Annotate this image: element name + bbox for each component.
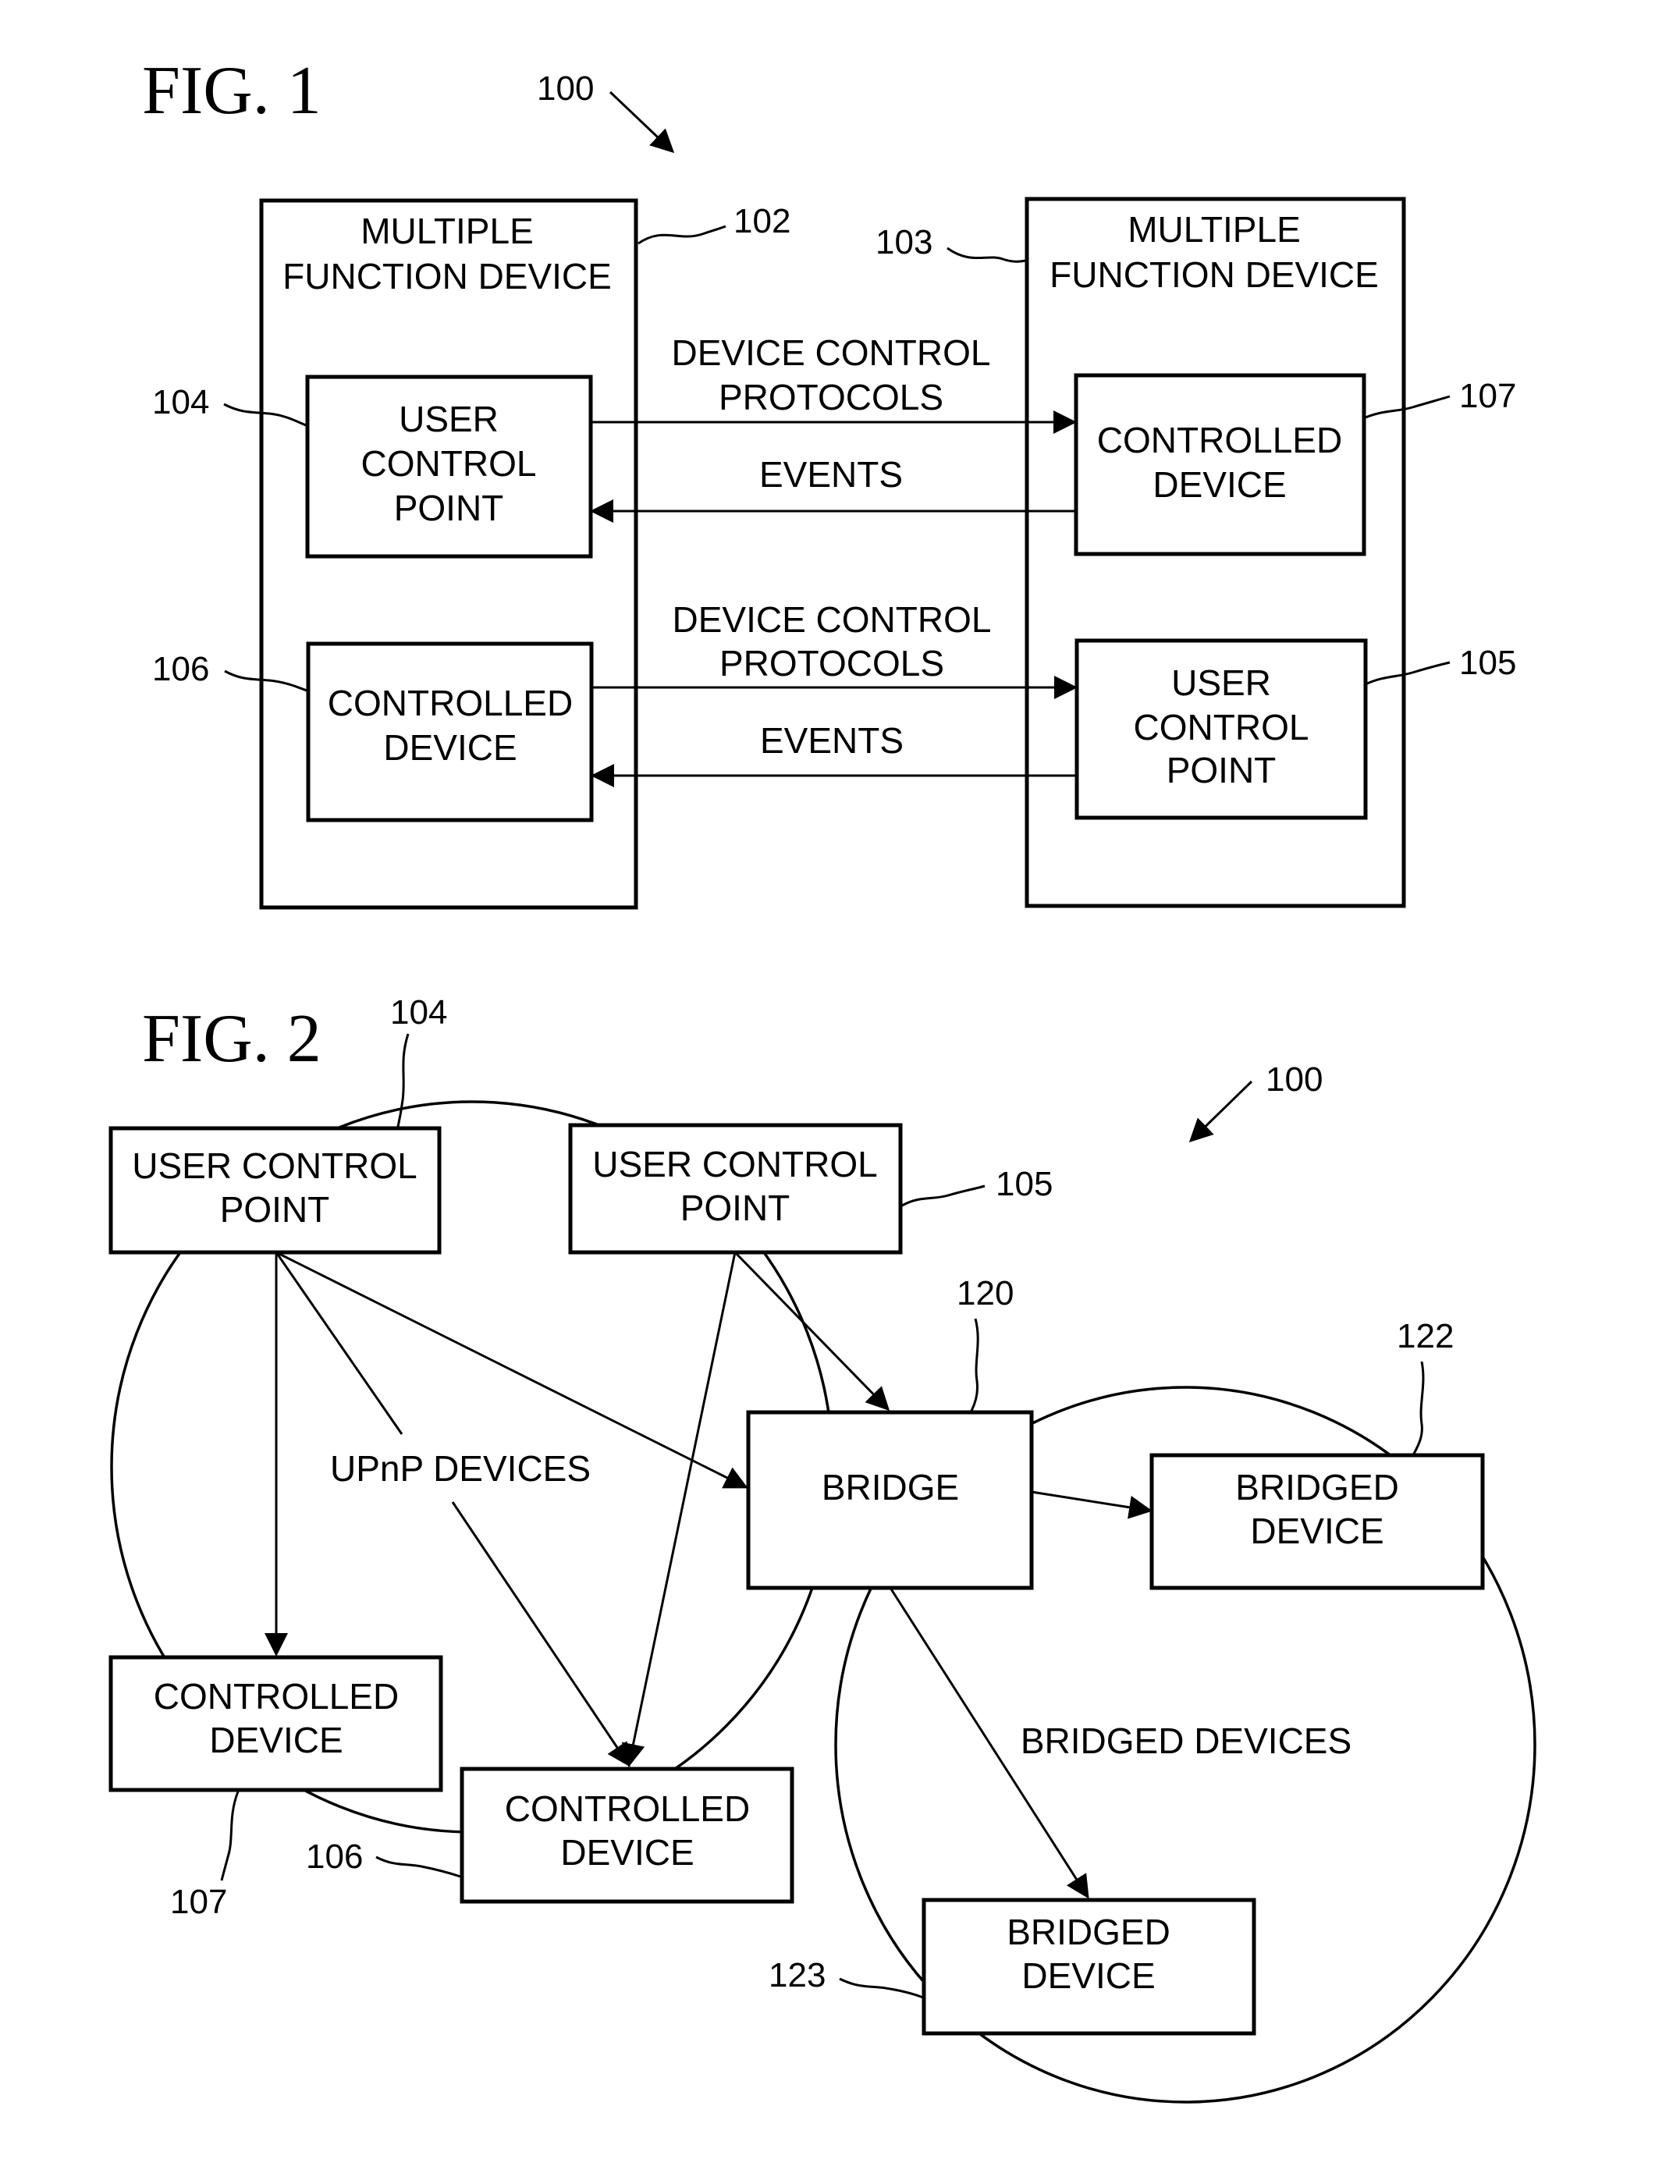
- fig2-leader-120: [970, 1318, 979, 1412]
- fig2-system-pointer-arrow: [1188, 1080, 1253, 1143]
- fig2-ucp105-line1: USER CONTROL: [592, 1144, 877, 1184]
- fig1-ref-107: 107: [1459, 377, 1516, 415]
- fig1-ucp104-line3: POINT: [394, 488, 504, 528]
- fig2-ref-100: 100: [1266, 1060, 1323, 1099]
- fig1-ref-105: 105: [1459, 644, 1516, 682]
- fig1-cd107-line1: CONTROLLED: [1097, 420, 1342, 460]
- fig1-bottom-events-label: EVENTS: [760, 720, 904, 761]
- fig1-ucp104-line2: CONTROL: [361, 443, 537, 484]
- fig2-ucp105-line2: POINT: [680, 1188, 790, 1228]
- fig2-leader-122: [1412, 1361, 1425, 1454]
- fig2-bridged122-line2: DEVICE: [1250, 1511, 1383, 1551]
- fig2-bridged123-line1: BRIDGED: [1007, 1912, 1170, 1952]
- fig1-mfd103-label-line1: MULTIPLE: [1128, 209, 1301, 250]
- fig2-ref-123: 123: [769, 1956, 826, 1994]
- fig1-bottom-protocol-label-line1: DEVICE CONTROL: [673, 599, 992, 640]
- fig1-title: FIG. 1: [142, 53, 321, 129]
- fig2-line-ucp104-to-upnp-label: [275, 1252, 403, 1435]
- fig2-ref-105: 105: [996, 1165, 1053, 1203]
- fig2-ref-107: 107: [170, 1883, 227, 1921]
- fig2-leader-123: [839, 1977, 924, 1999]
- fig2-upnp-devices-label: UPnP DEVICES: [330, 1448, 591, 1489]
- fig1-mfd102-label-line2: FUNCTION DEVICE: [282, 256, 612, 297]
- fig2-arrow-ucp105-to-cd106: [621, 1252, 737, 1767]
- fig1-bottom-protocol-label-line2: PROTOCOLS: [719, 643, 944, 684]
- fig2-ucp104-line2: POINT: [220, 1189, 330, 1230]
- fig1-ref-104: 104: [152, 383, 209, 421]
- fig1-system-pointer-arrow: [609, 91, 675, 154]
- fig2-title: FIG. 2: [142, 1001, 321, 1077]
- fig2-leader-106: [375, 1856, 461, 1878]
- fig1-ref-100: 100: [537, 69, 594, 108]
- fig2-ref-106: 106: [306, 1838, 363, 1876]
- fig1-mfd103-label-line2: FUNCTION DEVICE: [1050, 254, 1379, 295]
- fig2-bridged122-line1: BRIDGED: [1235, 1467, 1399, 1507]
- fig1-cd106-line1: CONTROLLED: [328, 683, 573, 723]
- fig2-cd106-line1: CONTROLLED: [505, 1788, 750, 1829]
- fig2-leader-104: [396, 1033, 410, 1128]
- fig2-ucp104-line1: USER CONTROL: [132, 1145, 417, 1186]
- fig1-ucp105-line2: CONTROL: [1134, 707, 1309, 748]
- fig2-bridged-devices-label: BRIDGED DEVICES: [1021, 1721, 1351, 1761]
- fig1-cd107-line2: DEVICE: [1153, 464, 1286, 505]
- fig2-leader-107: [220, 1791, 240, 1881]
- fig2-ref-120: 120: [957, 1274, 1014, 1312]
- fig1-ref-106: 106: [152, 650, 209, 688]
- fig1-ref-103: 103: [876, 223, 932, 261]
- fig1-cd106-line2: DEVICE: [383, 727, 517, 768]
- fig1-ucp105-line1: USER: [1171, 662, 1271, 703]
- fig2-bridged123-line2: DEVICE: [1021, 1955, 1155, 1996]
- fig2-arrow-ucp105-to-bridge: [733, 1251, 890, 1412]
- figure-1: FIG. 1 100 MULTIPLE FUNCTION DEVICE 102 …: [142, 53, 1516, 910]
- fig1-top-events-label: EVENTS: [759, 454, 903, 495]
- fig1-leader-103: [947, 247, 1026, 263]
- fig1-mfd102-label-line1: MULTIPLE: [361, 211, 534, 251]
- fig1-ref-102: 102: [733, 202, 790, 240]
- fig1-ucp104-line1: USER: [399, 399, 499, 439]
- patent-drawing-sheet: FIG. 1 100 MULTIPLE FUNCTION DEVICE 102 …: [108, 53, 1536, 2104]
- figure-2: FIG. 2 100 USER CONTROL POINT 104 USER C…: [108, 993, 1536, 2104]
- fig1-ucp105-line3: POINT: [1167, 750, 1277, 790]
- fig2-cd107-line2: DEVICE: [209, 1720, 343, 1760]
- fig1-top-protocol-label-line1: DEVICE CONTROL: [672, 332, 991, 373]
- fig2-ref-104: 104: [390, 993, 447, 1032]
- fig2-cd106-line2: DEVICE: [560, 1832, 694, 1873]
- fig2-leader-105: [901, 1184, 986, 1207]
- fig2-cd107-line1: CONTROLLED: [154, 1676, 399, 1717]
- fig2-arrow-bridge-to-bridged122: [1031, 1490, 1153, 1519]
- fig1-top-protocol-label-line2: PROTOCOLS: [719, 377, 943, 417]
- fig2-bridge-label: BRIDGE: [822, 1467, 959, 1507]
- fig2-ref-122: 122: [1397, 1317, 1454, 1355]
- fig1-leader-102: [638, 225, 726, 245]
- fig2-arrow-upnp-to-cd106: [451, 1501, 630, 1767]
